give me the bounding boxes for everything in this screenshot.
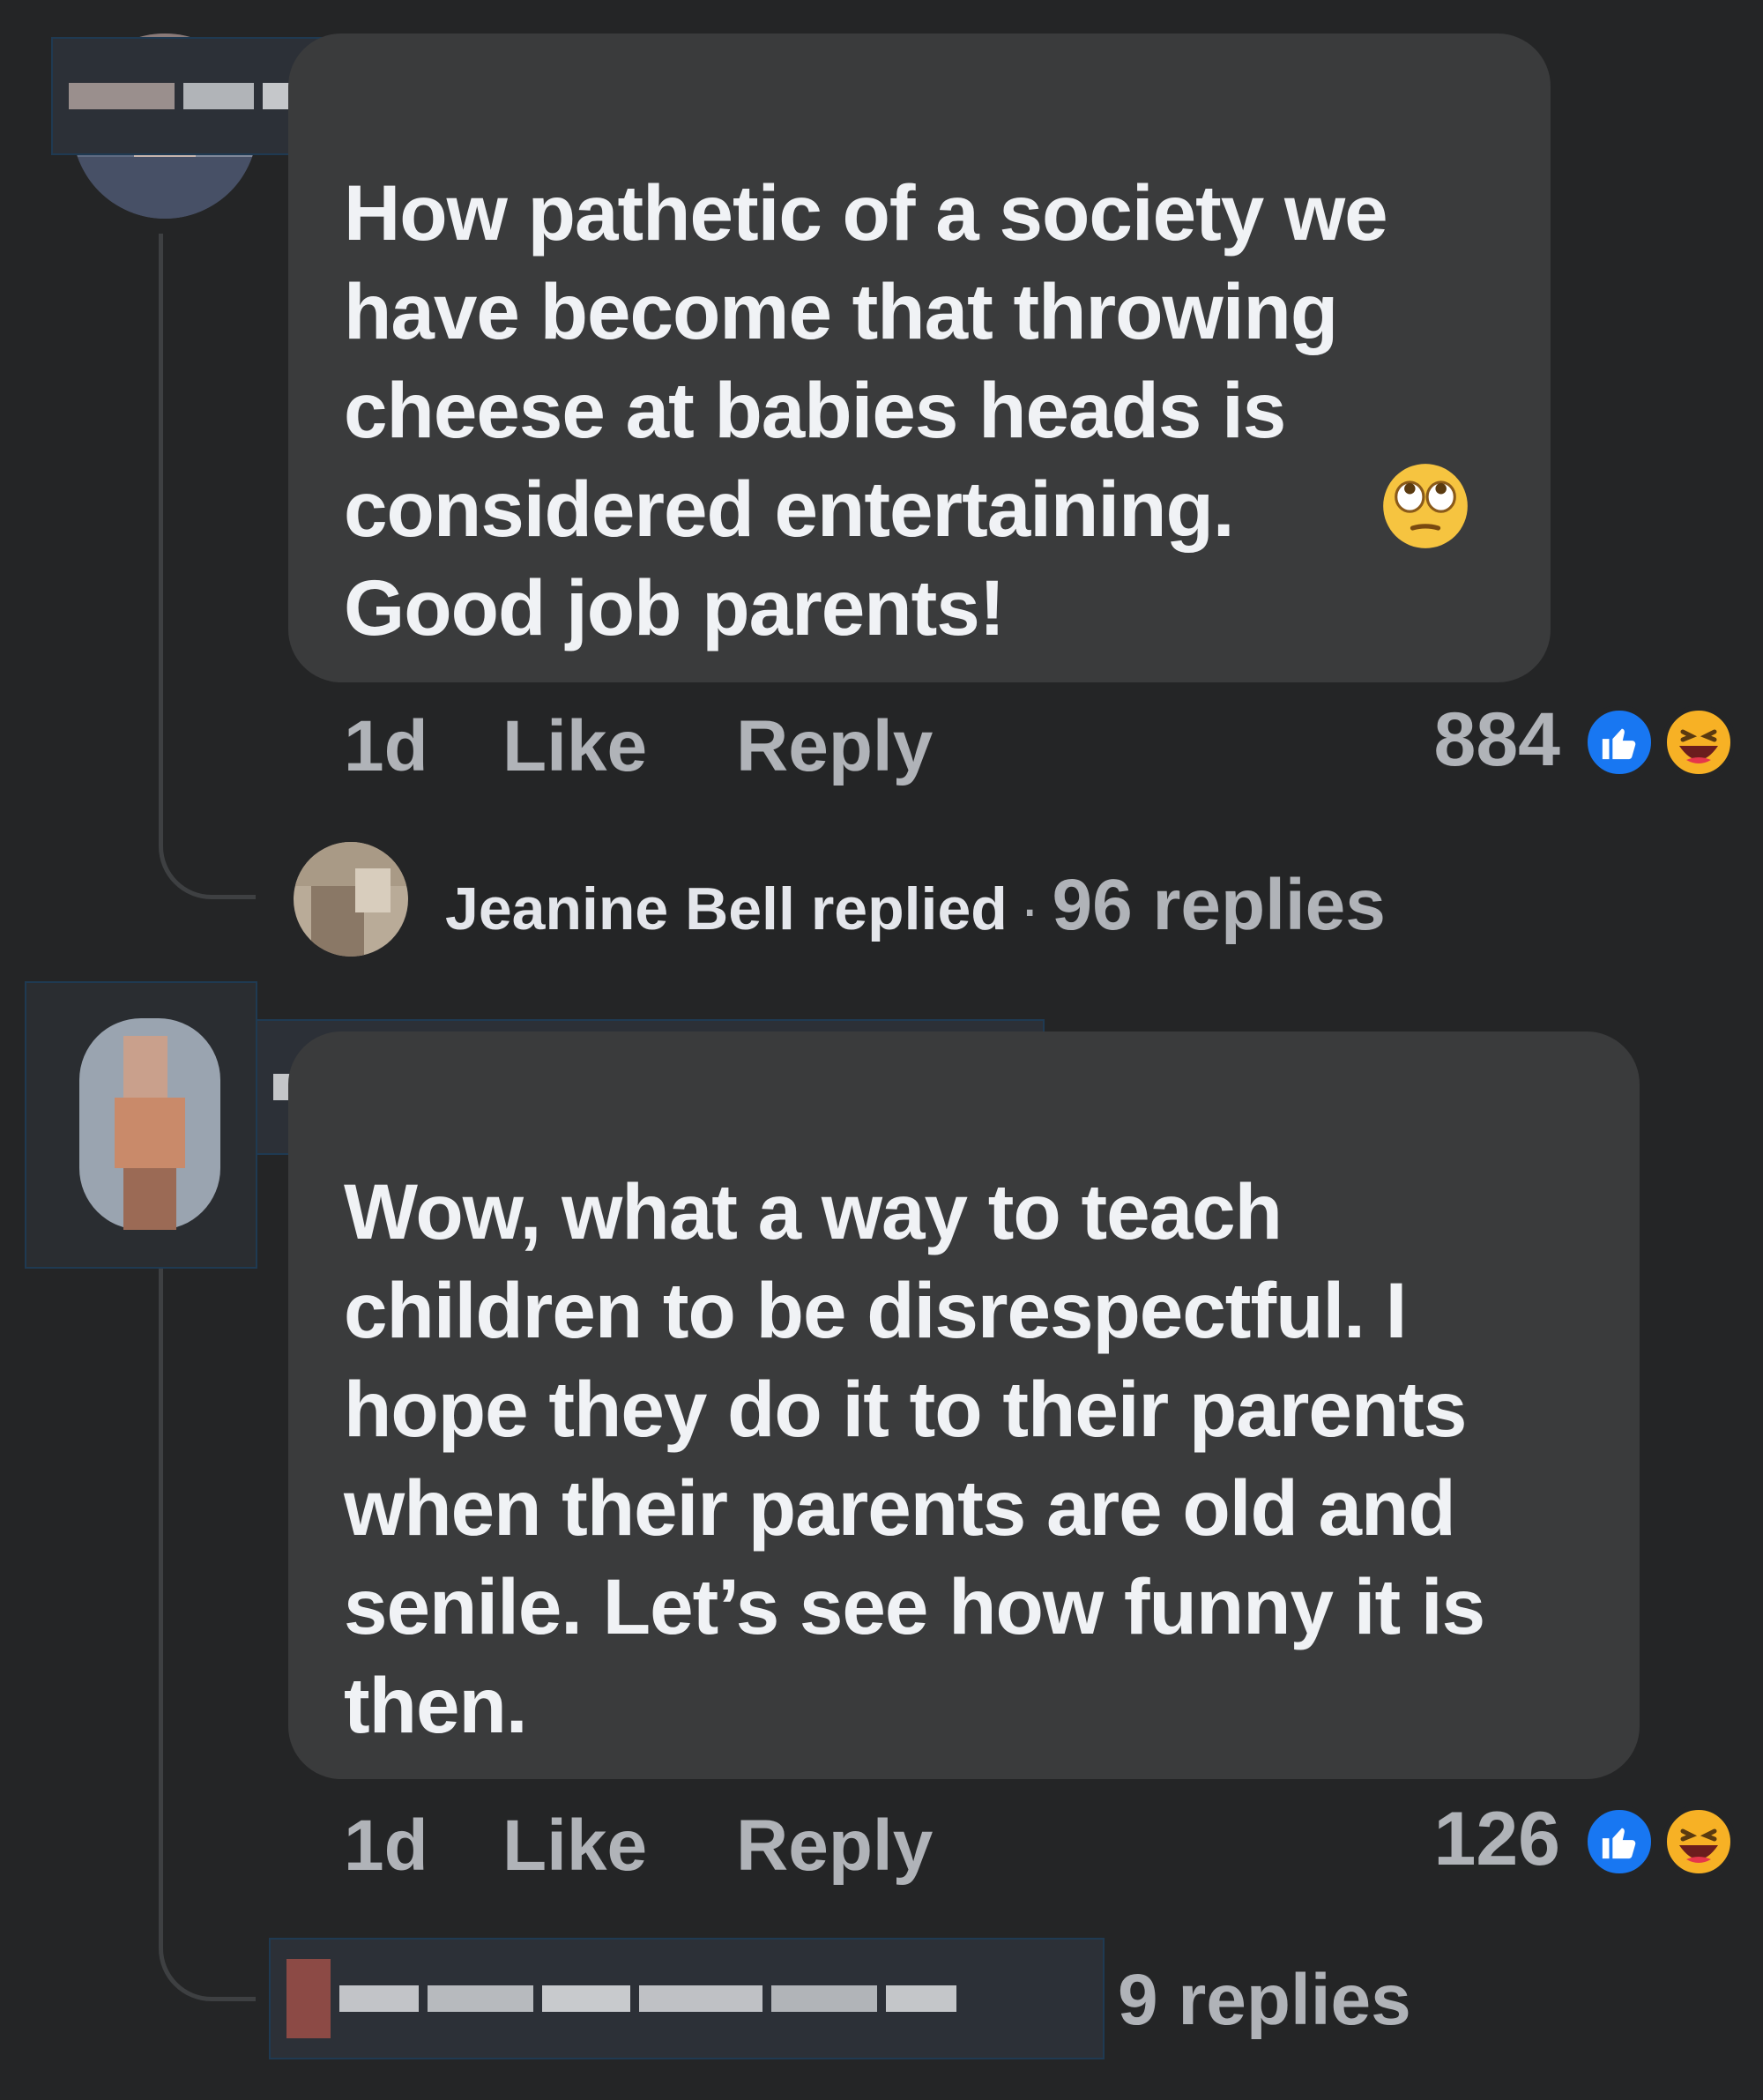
comment-text-line: How pathetic of a society we	[344, 168, 1388, 257]
haha-reaction-icon[interactable]	[1662, 705, 1736, 779]
comment-text-line: Wow, what a way to teach	[344, 1167, 1283, 1255]
comment-timestamp[interactable]: 1d	[344, 705, 428, 788]
like-button[interactable]: Like	[502, 1805, 647, 1888]
like-reaction-icon[interactable]	[1582, 1805, 1656, 1879]
rolling-eyes-emoji-icon	[1383, 464, 1468, 548]
thread-line	[159, 234, 256, 899]
comment-text-line: considered entertaining.	[344, 465, 1235, 553]
reply-count[interactable]: 9 replies	[1118, 1959, 1411, 2042]
comment-text-line: children to be disrespectful. I	[344, 1266, 1407, 1354]
reply-preview-censored[interactable]	[269, 1938, 1105, 2059]
replier-avatar[interactable]	[294, 842, 408, 957]
like-button[interactable]: Like	[502, 705, 647, 788]
comment-text-line: cheese at babies heads is	[344, 366, 1286, 454]
reply-preview[interactable]: Jeanine Bell replied · 96 replies	[445, 864, 1386, 947]
separator-dot: ·	[1019, 875, 1040, 942]
haha-reaction-icon[interactable]	[1662, 1805, 1736, 1879]
reply-button[interactable]: Reply	[736, 705, 933, 788]
replied-label: replied	[810, 875, 1008, 942]
avatar[interactable]	[25, 981, 257, 1269]
comment-text-line: then.	[344, 1661, 528, 1749]
comment-text-line: senile. Let’s see how funny it is	[344, 1562, 1485, 1650]
comment-text-line: Good job parents!	[344, 563, 1005, 652]
comment-text-line: have become that throwing	[344, 267, 1338, 355]
comment-text-line: when their parents are old and	[344, 1463, 1456, 1552]
reaction-count[interactable]: 884	[1366, 696, 1561, 784]
comment-text-line: hope they do it to their parents	[344, 1365, 1467, 1453]
reply-count[interactable]: 96 replies	[1052, 864, 1385, 947]
reply-button[interactable]: Reply	[736, 1805, 933, 1888]
reaction-count[interactable]: 126	[1366, 1796, 1561, 1883]
comment-timestamp[interactable]: 1d	[344, 1805, 428, 1888]
thread-line	[159, 1265, 256, 2001]
like-reaction-icon[interactable]	[1582, 705, 1656, 779]
replier-name[interactable]: Jeanine Bell	[445, 875, 795, 943]
